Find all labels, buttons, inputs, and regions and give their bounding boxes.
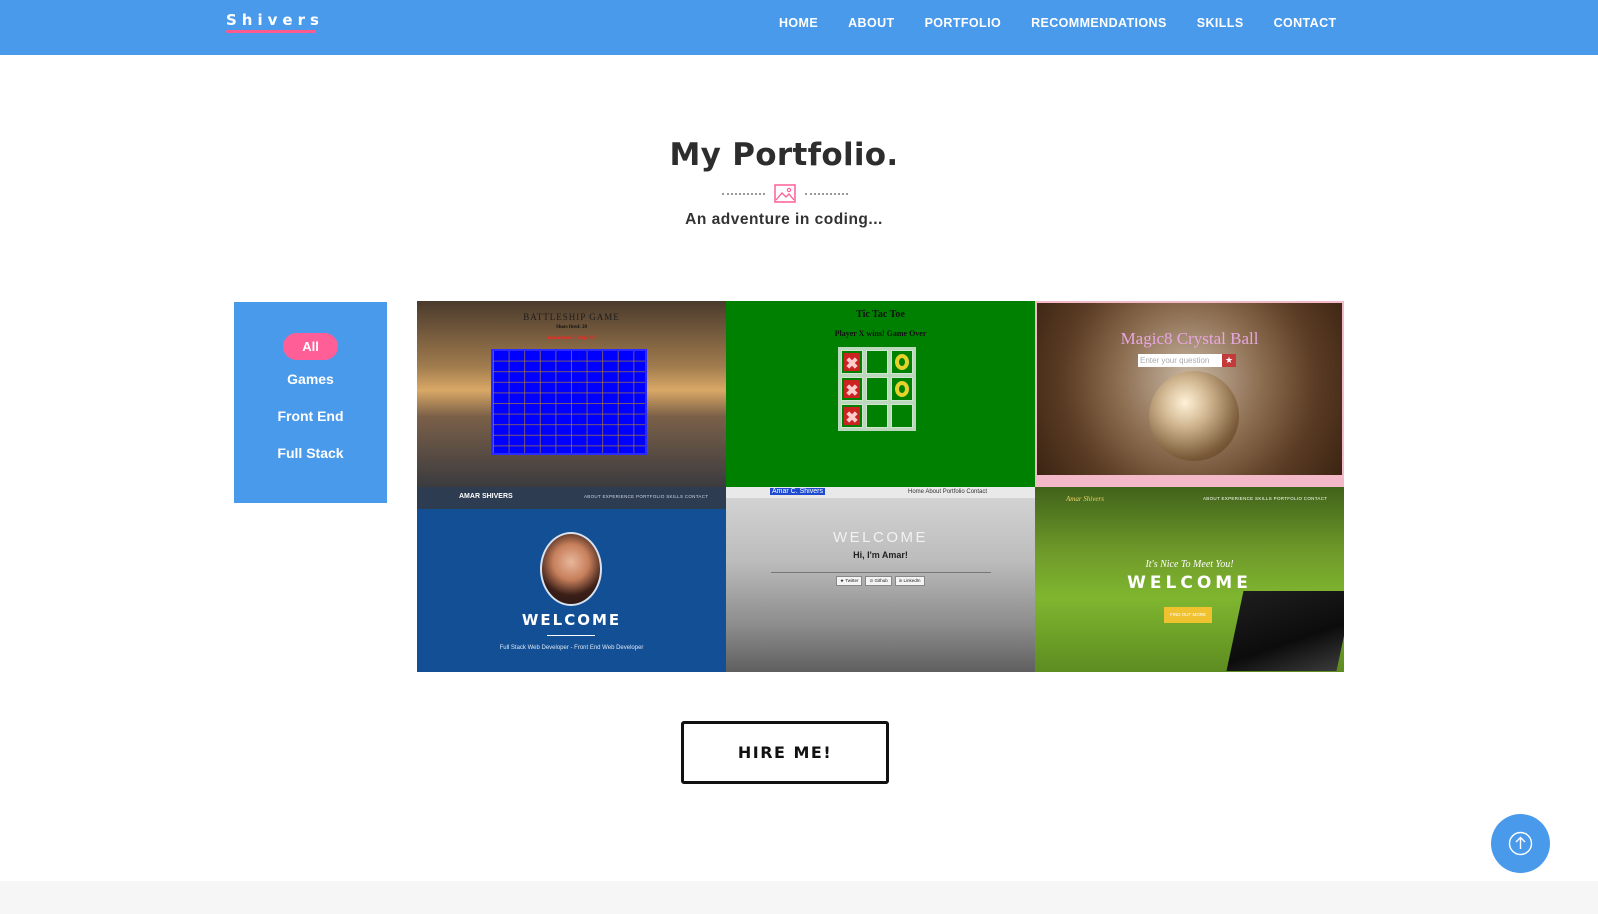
brand-logo[interactable]: Shivers (226, 11, 324, 29)
battleship-shots: Shots fired: 20 (555, 325, 588, 330)
profile-site-nav: ABOUT EXPERIENCE PORTFOLIO SKILLS CONTAC… (584, 494, 709, 499)
x-mark-icon (844, 380, 860, 398)
project-profile-site[interactable]: AMAR SHIVERS ABOUT EXPERIENCE PORTFOLIO … (417, 487, 726, 672)
grey-site-brand: Amar C. Shivers (770, 488, 825, 495)
profile-site-subtitle: Full Stack Web Developer - Front End Web… (499, 645, 644, 651)
divider-dots-left (722, 193, 765, 195)
project-magic8-crystal-ball[interactable]: Magic8 Crystal Ball Enter your question … (1035, 301, 1344, 487)
green-site-cta-button: FIND OUT MORE (1164, 607, 1212, 623)
grey-site-nav: Home About Portfolio Contact (908, 489, 988, 495)
battleship-board (491, 349, 647, 455)
project-green-welcome-site[interactable]: Amar Shivers ABOUT EXPERIENCE SKILLS POR… (1035, 487, 1344, 672)
nav-link-about[interactable]: ABOUT (848, 16, 894, 30)
ttt-cell (841, 350, 863, 374)
section-title: My Portfolio. (669, 137, 899, 173)
filter-all[interactable]: All (283, 333, 338, 360)
magic8-question-input: Enter your question (1138, 354, 1222, 367)
profile-site-star-divider (547, 635, 595, 636)
portfolio-grid: BATTLESHIP GAME Shots fired: 20 You miss… (417, 301, 1344, 672)
back-to-top-button[interactable] (1491, 814, 1550, 873)
grey-site-welcome: WELCOME (832, 529, 928, 546)
x-mark-icon (844, 353, 860, 371)
ttt-cell (891, 350, 913, 374)
divider-dots-right (805, 193, 848, 195)
tictactoe-status: Player X wins! Game Over (834, 329, 927, 338)
nav-link-recommendations[interactable]: RECOMMENDATIONS (1031, 16, 1167, 30)
grey-site-social-buttons: ★ Twitter ⊙ Github in LinkedIn (836, 576, 925, 586)
top-navbar: Shivers HOME ABOUT PORTFOLIO RECOMMENDAT… (0, 0, 1598, 55)
section-subtitle: An adventure in coding... (685, 211, 883, 228)
brand-underline (226, 30, 316, 33)
arrow-up-circle-icon (1508, 831, 1533, 856)
grey-site-greeting: Hi, I'm Amar! (853, 550, 908, 560)
ttt-cell (891, 377, 913, 401)
ttt-cell (841, 377, 863, 401)
github-button: ⊙ Github (865, 576, 892, 586)
nav-link-contact[interactable]: CONTACT (1274, 16, 1337, 30)
grey-site-rule (771, 572, 991, 573)
main-nav: HOME ABOUT PORTFOLIO RECOMMENDATIONS SKI… (779, 16, 1337, 30)
filter-full-stack[interactable]: Full Stack (234, 445, 387, 461)
filter-front-end[interactable]: Front End (234, 408, 387, 424)
crystal-ball-image (1149, 371, 1239, 461)
battleship-title: BATTLESHIP GAME (523, 312, 620, 322)
battleship-status: You missed! 3 ships left (546, 336, 597, 341)
ttt-cell (866, 350, 888, 374)
linkedin-button: in LinkedIn (894, 576, 925, 586)
nav-link-home[interactable]: HOME (779, 16, 818, 30)
ttt-cell (841, 404, 863, 428)
project-grey-welcome-site[interactable]: Amar C. Shivers Home About Portfolio Con… (726, 487, 1035, 672)
tictactoe-board (838, 347, 916, 431)
magic8-ask-button: ★ (1222, 354, 1236, 367)
filter-games[interactable]: Games (234, 371, 387, 387)
laptop-image (1226, 591, 1344, 671)
footer-strip (0, 881, 1598, 914)
ttt-cell (866, 377, 888, 401)
project-tic-tac-toe[interactable]: Tic Tac Toe Player X wins! Game Over (726, 301, 1035, 487)
portfolio-filter: All Games Front End Full Stack (234, 302, 387, 503)
magic8-title: Magic8 Crystal Ball (1120, 329, 1259, 348)
twitter-button: ★ Twitter (836, 576, 863, 586)
profile-site-brand: AMAR SHIVERS (459, 493, 513, 500)
green-site-welcome: WELCOME (1127, 573, 1252, 593)
profile-site-welcome: WELCOME (521, 611, 622, 629)
hire-me-button[interactable]: HIRE ME! (681, 721, 889, 784)
tictactoe-title: Tic Tac Toe (856, 309, 905, 320)
nav-link-skills[interactable]: SKILLS (1197, 16, 1244, 30)
nav-link-portfolio[interactable]: PORTFOLIO (925, 16, 1002, 30)
x-mark-icon (844, 407, 860, 425)
o-mark-icon (895, 354, 909, 370)
ttt-cell (866, 404, 888, 428)
section-divider (722, 184, 848, 204)
green-site-brand: Amar Shivers (1066, 495, 1104, 503)
image-icon (774, 184, 796, 203)
o-mark-icon (895, 381, 909, 397)
profile-site-navbar: AMAR SHIVERS ABOUT EXPERIENCE PORTFOLIO … (417, 487, 726, 509)
green-site-nav: ABOUT EXPERIENCE SKILLS PORTFOLIO CONTAC… (1203, 496, 1328, 501)
green-site-tagline: It's Nice To Meet You! (1145, 559, 1234, 570)
ttt-cell (891, 404, 913, 428)
grey-site-navbar: Amar C. Shivers Home About Portfolio Con… (726, 487, 1035, 498)
project-battleship[interactable]: BATTLESHIP GAME Shots fired: 20 You miss… (417, 301, 726, 487)
avatar (540, 532, 602, 606)
